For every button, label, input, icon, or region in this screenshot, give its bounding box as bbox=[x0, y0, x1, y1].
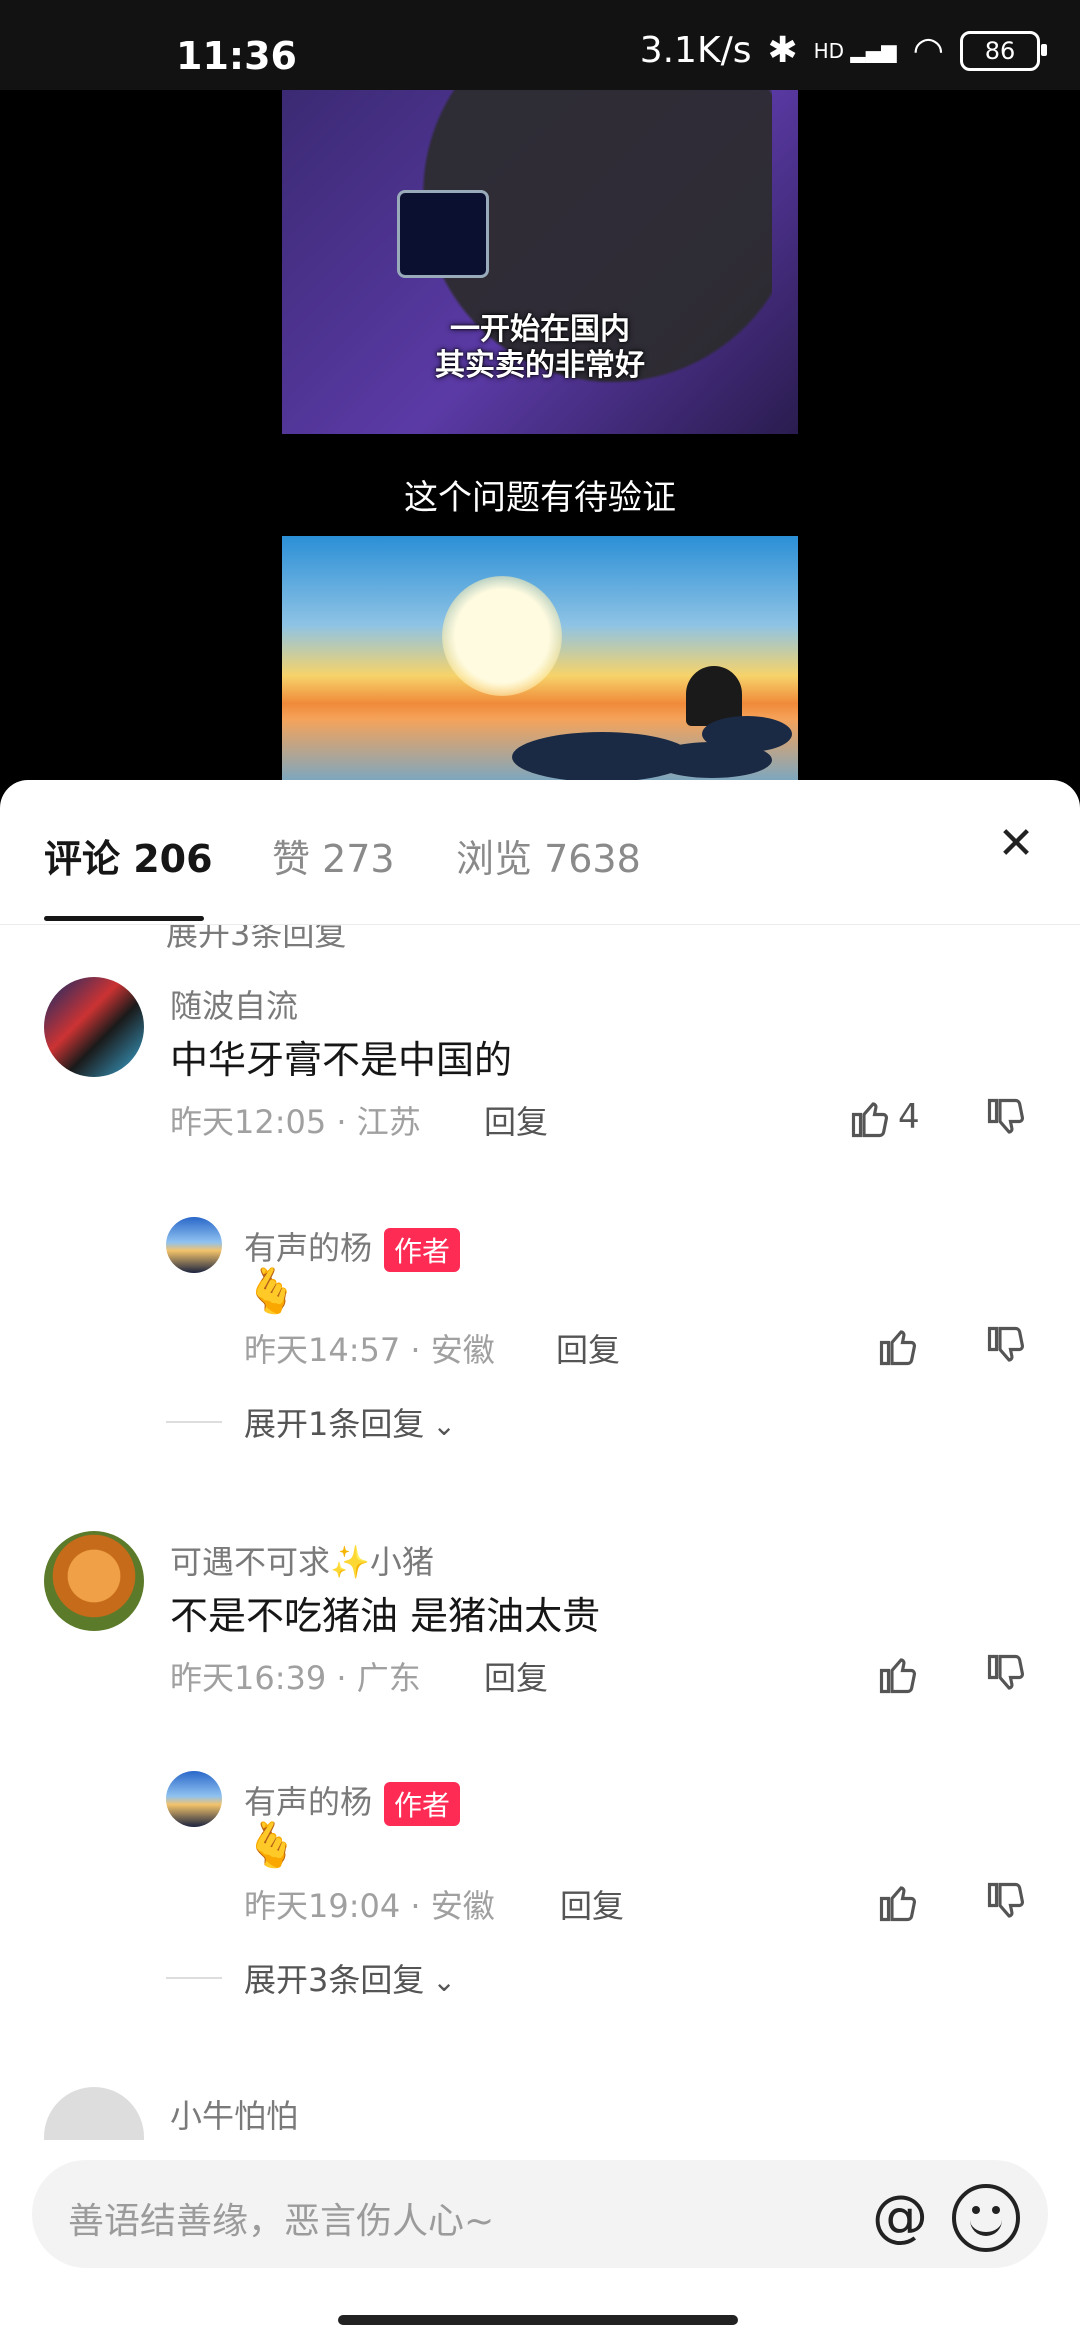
thumbs-down-icon[interactable] bbox=[986, 1653, 1028, 1695]
comment-sheet: 评论 206 赞 273 浏览 7638 ✕ 展开3条回复 随波自流 中华牙膏不… bbox=[0, 780, 1080, 2340]
emoji-mouth bbox=[970, 2216, 1002, 2236]
sun-image bbox=[442, 576, 562, 696]
reply-emoji: 🫰 bbox=[244, 1266, 299, 1317]
reply-button[interactable]: 回复 bbox=[560, 1881, 624, 1927]
thumbs-up-icon[interactable] bbox=[878, 1881, 920, 1923]
avatar[interactable] bbox=[44, 2087, 144, 2140]
avatar[interactable] bbox=[44, 1531, 144, 1631]
thumbs-up-icon[interactable] bbox=[878, 1653, 920, 1695]
cell-signal-icon: HD ▂▄▆ bbox=[813, 38, 897, 63]
status-icons: 3.1K/s ✱ HD ▂▄▆ ◠ 86 bbox=[639, 30, 1047, 71]
close-icon[interactable]: ✕ bbox=[992, 820, 1040, 868]
comment-meta: 昨天12:05 · 江苏 bbox=[170, 1103, 421, 1141]
expand-divider bbox=[166, 1977, 222, 1979]
wifi-icon: ◠ bbox=[912, 30, 944, 71]
reply-meta: 昨天14:57 · 安徽 bbox=[244, 1331, 495, 1369]
reply-emoji: 🫰 bbox=[244, 1820, 299, 1871]
reply-author-name: 有声的杨 bbox=[244, 1783, 373, 1821]
comment-tabs: 评论 206 赞 273 浏览 7638 ✕ bbox=[0, 780, 1080, 925]
tab-likes[interactable]: 赞 273 bbox=[272, 828, 395, 883]
home-indicator[interactable] bbox=[338, 2315, 738, 2325]
chevron-down-icon: ⌄ bbox=[432, 1409, 456, 1442]
expand-replies-label: 展开1条回复 bbox=[244, 1405, 425, 1443]
author-badge: 作者 bbox=[384, 1782, 461, 1826]
network-speed: 3.1K/s bbox=[639, 30, 752, 71]
avatar[interactable] bbox=[166, 1771, 222, 1827]
tab-comments[interactable]: 评论 206 bbox=[44, 828, 213, 883]
signal-hd-label: HD bbox=[813, 38, 845, 63]
status-bar: 11:36 3.1K/s ✱ HD ▂▄▆ ◠ 86 bbox=[0, 0, 1080, 90]
comment-list[interactable]: 展开3条回复 随波自流 中华牙膏不是中国的 昨天12:05 · 江苏 回复 4 … bbox=[0, 925, 1080, 2140]
comment-author[interactable]: 随波自流 bbox=[170, 981, 298, 1027]
microphone-icon bbox=[397, 190, 489, 278]
video-frame-bottom bbox=[282, 536, 798, 790]
expand-replies-partial[interactable]: 展开3条回复 bbox=[166, 925, 346, 955]
emoji-eye bbox=[992, 2206, 1000, 2214]
tab-views[interactable]: 浏览 7638 bbox=[456, 828, 641, 883]
emoji-icon[interactable] bbox=[952, 2184, 1020, 2252]
expand-replies[interactable]: 展开1条回复 ⌄ bbox=[244, 1399, 456, 1445]
expand-divider bbox=[166, 1421, 222, 1423]
reply-author-name: 有声的杨 bbox=[244, 1229, 373, 1267]
status-time: 11:36 bbox=[176, 34, 297, 78]
caption-line-2: 其实卖的非常好 bbox=[435, 348, 645, 383]
reply-button[interactable]: 回复 bbox=[556, 1325, 620, 1371]
thumbs-down-icon[interactable] bbox=[986, 1325, 1028, 1367]
caption-line-1: 一开始在国内 bbox=[450, 312, 630, 347]
comment-input-bar[interactable]: 善语结善缘，恶言伤人心~ @ bbox=[32, 2160, 1048, 2268]
video-frame-top: 一开始在国内 其实卖的非常好 bbox=[282, 90, 798, 434]
chevron-down-icon: ⌄ bbox=[432, 1965, 456, 1998]
author-badge: 作者 bbox=[384, 1228, 461, 1272]
comment-text: 不是不吃猪油 是猪油太贵 bbox=[170, 1594, 601, 1638]
comment-input-placeholder[interactable]: 善语结善缘，恶言伤人心~ bbox=[68, 2192, 494, 2244]
battery-icon: 86 bbox=[960, 30, 1047, 71]
comment-text: 中华牙膏不是中国的 bbox=[170, 1038, 513, 1082]
avatar[interactable] bbox=[166, 1217, 222, 1273]
thumbs-up-icon[interactable] bbox=[878, 1325, 920, 1367]
thumbs-down-icon[interactable] bbox=[986, 1881, 1028, 1923]
thumbs-up-icon[interactable] bbox=[850, 1097, 892, 1139]
stone bbox=[652, 742, 772, 778]
bluetooth-icon: ✱ bbox=[767, 30, 798, 71]
thumbs-down-icon[interactable] bbox=[986, 1097, 1028, 1139]
comment-meta: 昨天16:39 · 广东 bbox=[170, 1659, 421, 1697]
reply-meta: 昨天19:04 · 安徽 bbox=[244, 1887, 495, 1925]
reply-button[interactable]: 回复 bbox=[484, 1097, 548, 1143]
video-title: 这个问题有待验证 bbox=[404, 478, 676, 518]
reply-button[interactable]: 回复 bbox=[484, 1653, 548, 1699]
comment-author[interactable]: 可遇不可求✨小猪 bbox=[170, 1537, 434, 1583]
avatar[interactable] bbox=[44, 977, 144, 1077]
video-caption: 一开始在国内 其实卖的非常好 bbox=[282, 312, 798, 384]
tab-active-indicator bbox=[44, 916, 204, 921]
comment-author[interactable]: 小牛怕怕 bbox=[170, 2091, 298, 2137]
expand-replies[interactable]: 展开3条回复 ⌄ bbox=[244, 1955, 456, 2001]
emoji-eye bbox=[972, 2206, 980, 2214]
expand-replies-label: 展开3条回复 bbox=[244, 1961, 425, 1999]
at-icon[interactable]: @ bbox=[872, 2184, 928, 2249]
battery-level: 86 bbox=[984, 36, 1016, 65]
video-player[interactable]: 一开始在国内 其实卖的非常好 这个问题有待验证 bbox=[0, 90, 1080, 790]
like-count: 4 bbox=[898, 1097, 920, 1137]
